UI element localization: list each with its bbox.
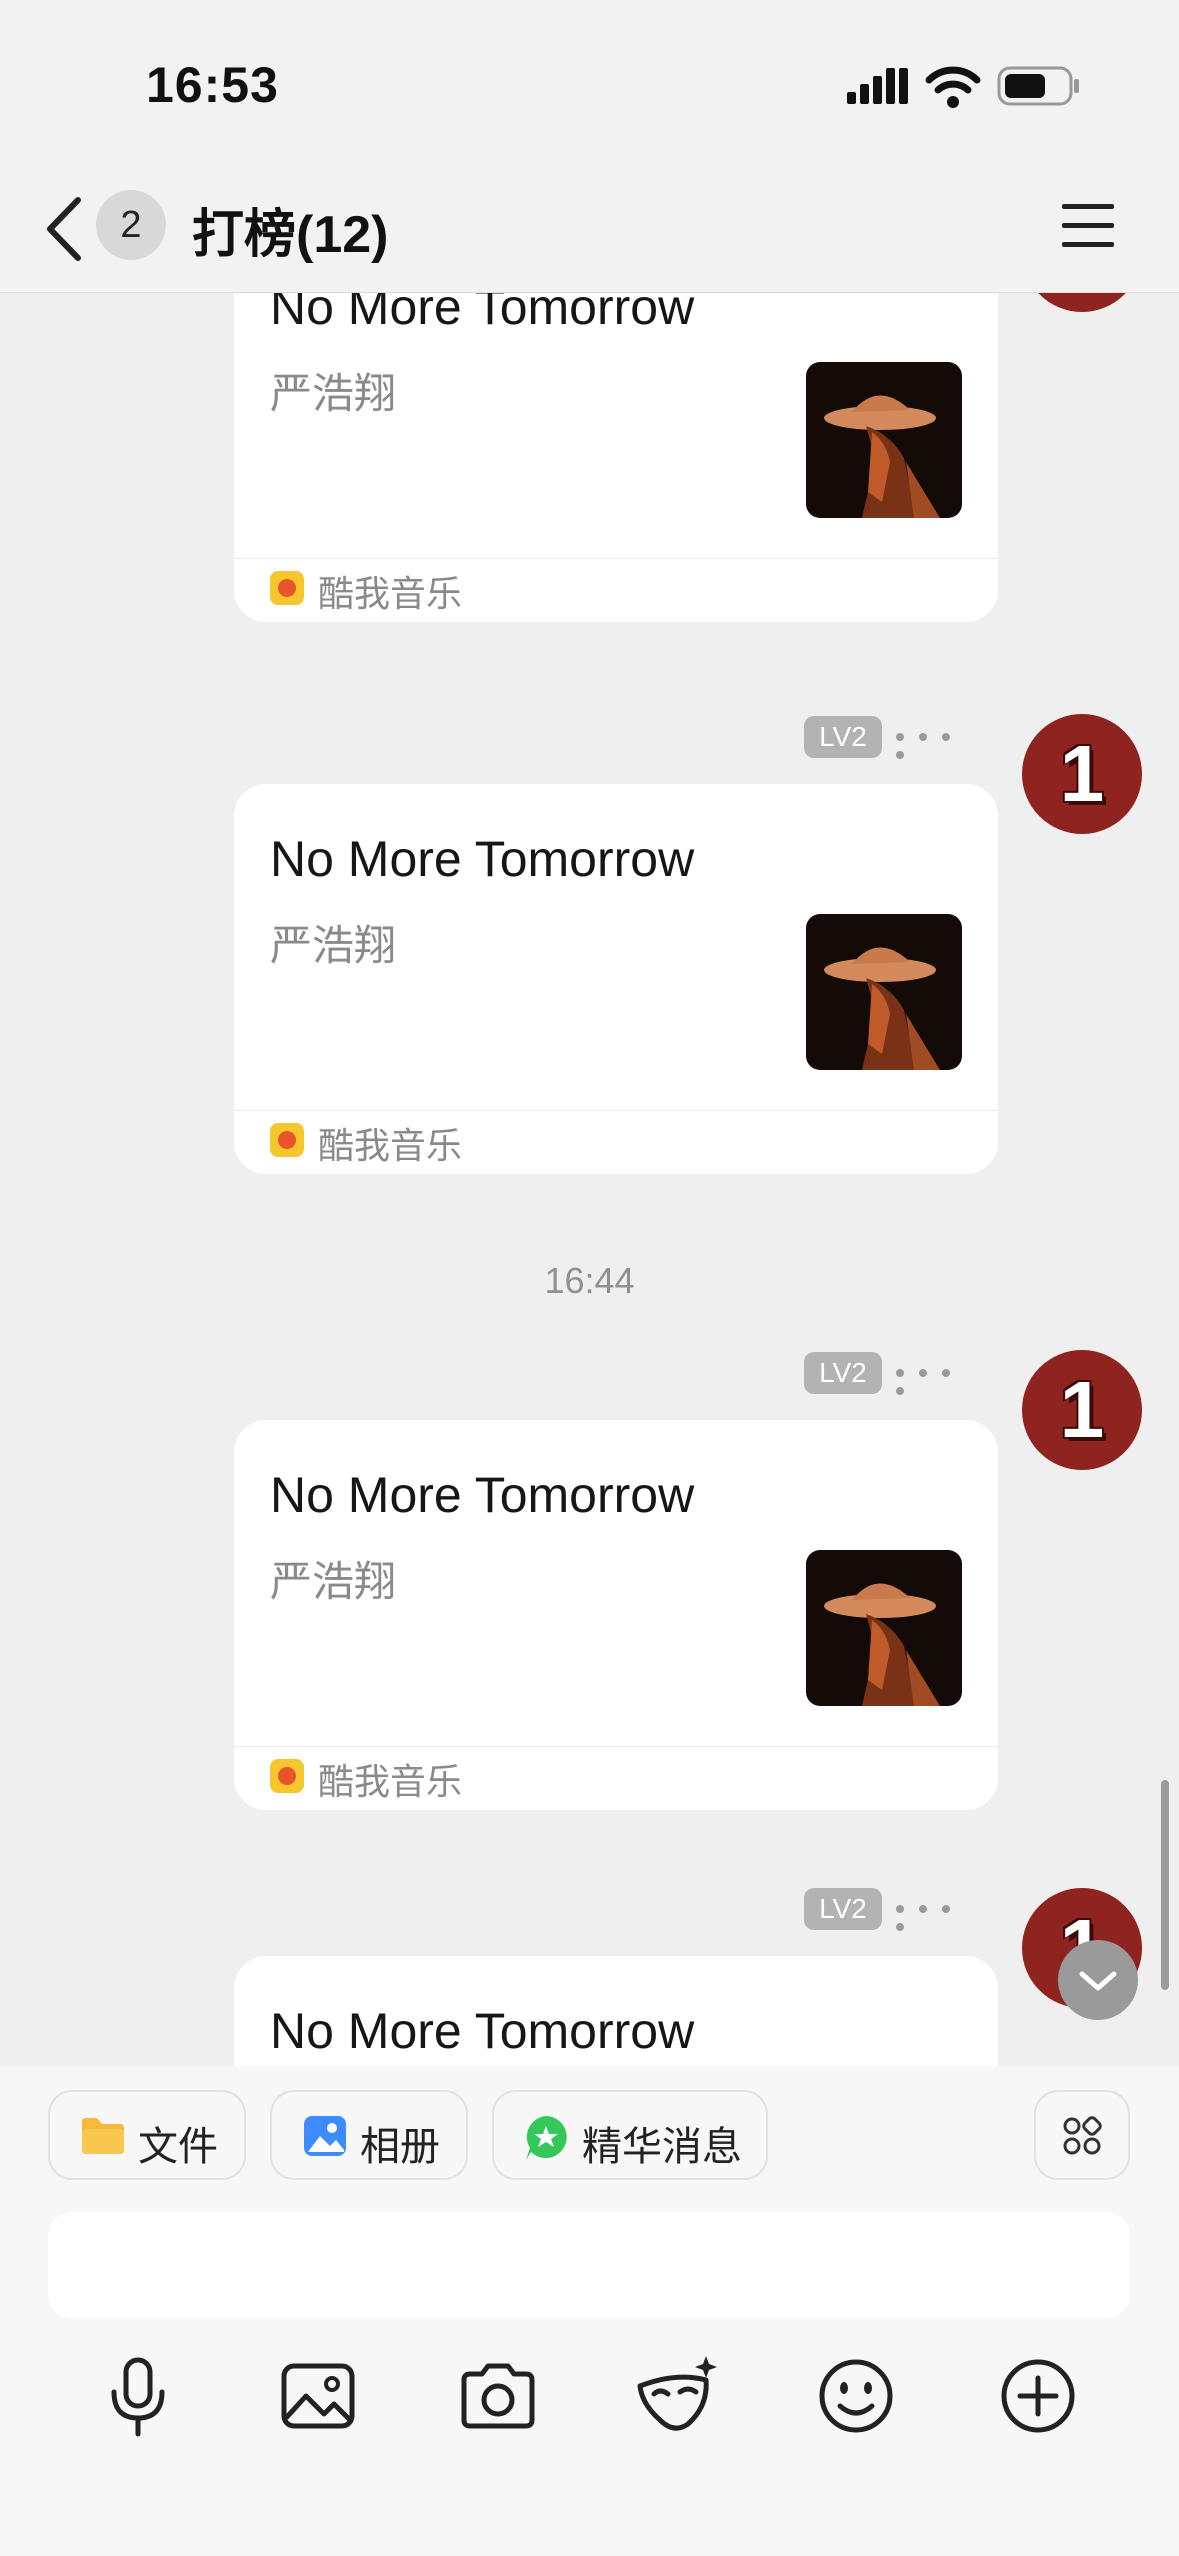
image-icon[interactable] [268, 2346, 368, 2446]
cellular-signal-icon [847, 68, 908, 104]
music-share-card[interactable]: No More Tomorrow 严浩翔 酷我音乐 [234, 1420, 998, 1810]
unread-count-badge[interactable]: 2 [96, 190, 166, 260]
card-source-bar: 酷我音乐 [234, 1110, 998, 1174]
scrollbar-thumb[interactable] [1161, 1780, 1169, 1990]
song-artist: 严浩翔 [270, 370, 397, 417]
grid-icon [1063, 2116, 1102, 2155]
sender-name-masked [896, 1364, 986, 1395]
composer-area: 文件 相册 精华消息 [0, 2066, 1179, 2556]
album-button-label: 相册 [360, 2125, 440, 2169]
microphone-icon[interactable] [88, 2346, 188, 2446]
message-timestamp: 16:44 [544, 1260, 635, 1301]
card-source-bar: 酷我音乐 [234, 558, 998, 622]
album-cover [806, 914, 962, 1070]
kuwo-music-icon [270, 1123, 304, 1157]
card-source-bar: 酷我音乐 [234, 1746, 998, 1810]
header-bar: 16:53 2 打榜(12) [0, 0, 1179, 293]
folder-icon [82, 2118, 124, 2154]
album-cover [806, 1550, 962, 1706]
music-share-card[interactable]: No More Tomorrow 严浩翔 酷我音乐 [234, 784, 998, 1174]
music-share-card[interactable]: No More Tomorrow [234, 1956, 998, 2066]
source-app-name: 酷我音乐 [318, 573, 463, 614]
sender-name-masked [896, 728, 986, 759]
essence-button-label: 精华消息 [582, 2125, 742, 2169]
level-badge: LV2 [804, 1888, 882, 1930]
more-apps-button[interactable] [1034, 2090, 1130, 2180]
source-app-name: 酷我音乐 [318, 1125, 463, 1166]
level-badge: LV2 [804, 716, 882, 758]
plus-icon[interactable] [988, 2346, 1088, 2446]
menu-icon[interactable] [1058, 198, 1118, 254]
song-title: No More Tomorrow [270, 292, 695, 335]
wifi-icon [925, 66, 981, 108]
kuwo-music-icon [270, 1759, 304, 1793]
message-input[interactable] [48, 2212, 1130, 2318]
mask-sticker-icon[interactable] [626, 2346, 726, 2446]
song-artist: 严浩翔 [270, 922, 397, 969]
level-badge: LV2 [804, 1352, 882, 1394]
chevron-down-icon [1079, 1971, 1117, 1991]
scroll-to-bottom-button[interactable] [1058, 1940, 1138, 2020]
kuwo-music-icon [270, 571, 304, 605]
sender-avatar[interactable]: 1 [1022, 1350, 1142, 1470]
song-title: No More Tomorrow [270, 2003, 695, 2059]
song-title: No More Tomorrow [270, 831, 695, 887]
camera-icon[interactable] [448, 2346, 548, 2446]
photo-album-icon [304, 2116, 346, 2156]
battery-icon [997, 66, 1079, 106]
page-title: 打榜(12) [192, 206, 389, 264]
music-share-card[interactable]: No More Tomorrow 严浩翔 酷我音乐 [234, 292, 998, 622]
essence-messages-button[interactable]: 精华消息 [492, 2090, 768, 2180]
emoji-icon[interactable] [806, 2346, 906, 2446]
sender-avatar[interactable] [1022, 292, 1142, 312]
file-button[interactable]: 文件 [48, 2090, 246, 2180]
essence-star-icon [526, 2116, 567, 2160]
back-icon[interactable] [40, 194, 90, 264]
song-title: No More Tomorrow [270, 1467, 695, 1523]
album-button[interactable]: 相册 [270, 2090, 468, 2180]
sender-name-masked [896, 1900, 986, 1931]
chat-message-list[interactable]: No More Tomorrow 严浩翔 酷我音乐 LV2 1 No More … [0, 292, 1179, 2066]
song-artist: 严浩翔 [270, 1558, 397, 1605]
status-time: 16:53 [146, 57, 279, 113]
file-button-label: 文件 [138, 2125, 218, 2169]
source-app-name: 酷我音乐 [318, 1761, 463, 1802]
album-cover [806, 362, 962, 518]
sender-avatar[interactable]: 1 [1022, 714, 1142, 834]
